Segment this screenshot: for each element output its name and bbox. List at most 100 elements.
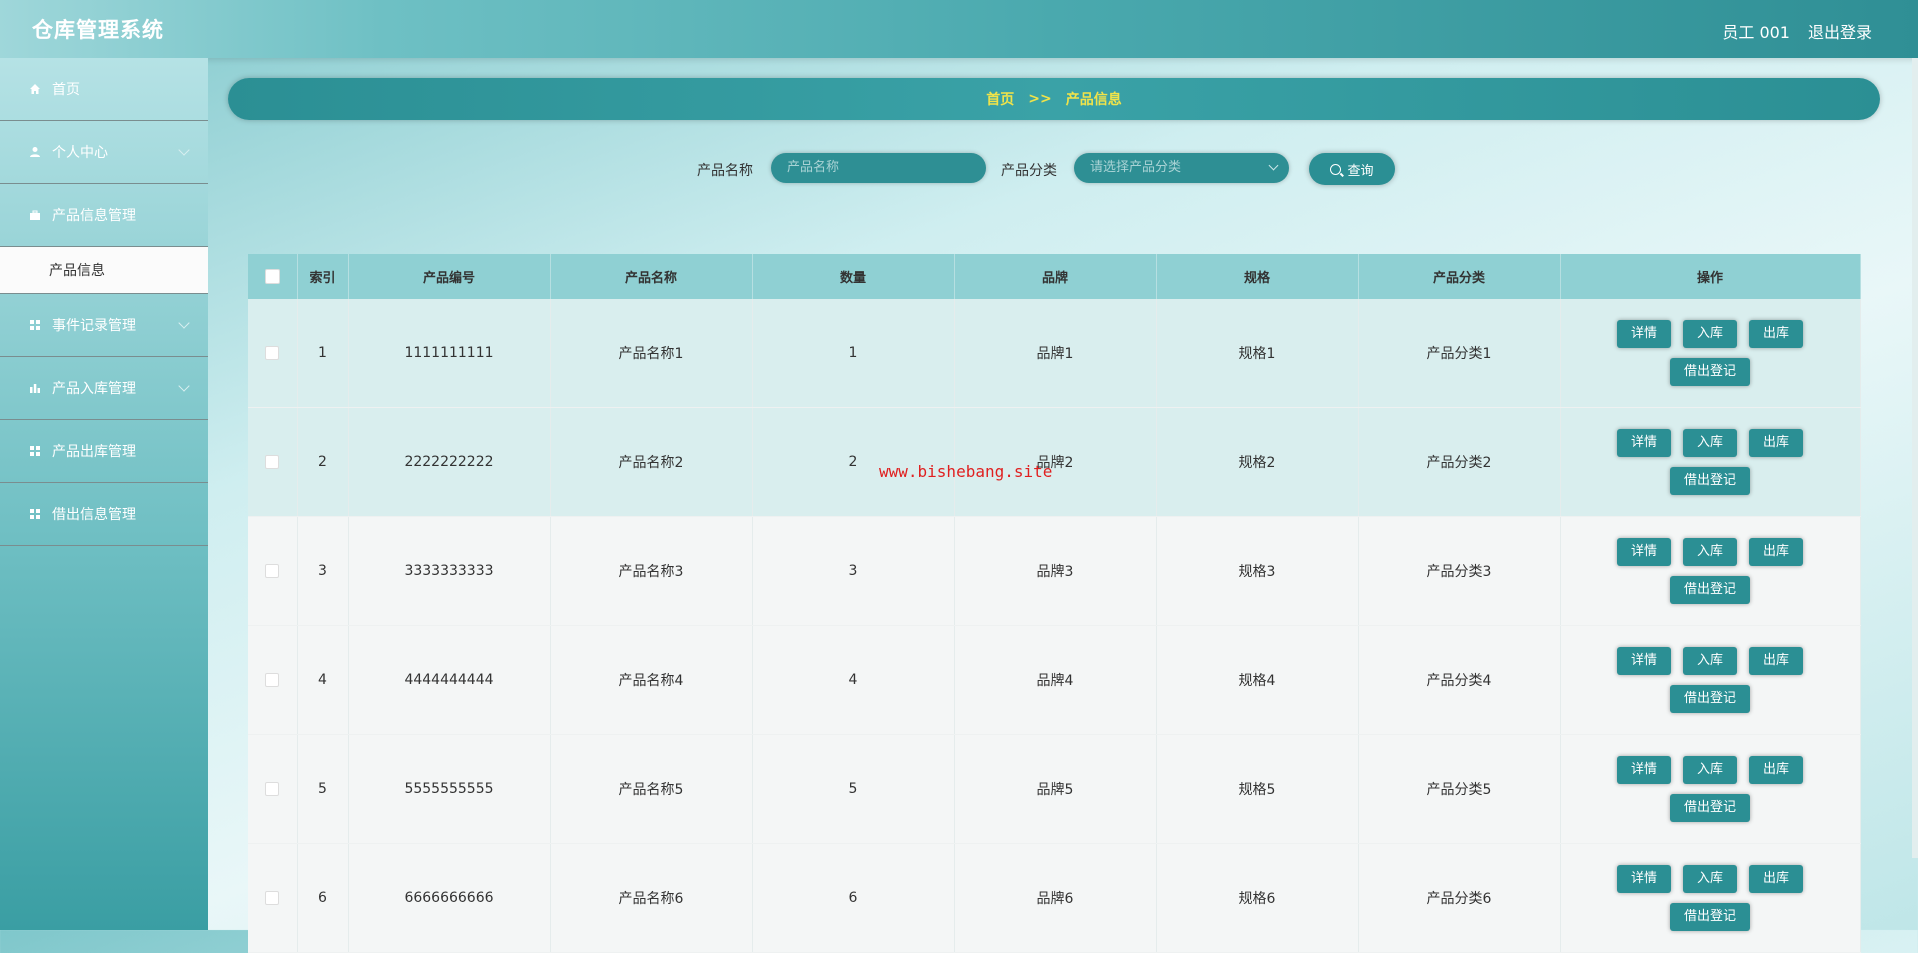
product-category-select[interactable]: 请选择产品分类 (1074, 153, 1289, 183)
sidebar-item-product-outbound[interactable]: 产品出库管理 (0, 420, 208, 483)
inbound-button[interactable]: 入库 (1682, 865, 1737, 893)
search-bar: 产品名称 产品名称 产品分类 请选择产品分类 查询 (0, 153, 1918, 185)
row-checkbox[interactable] (265, 891, 280, 905)
cell-index: 3 (297, 516, 349, 626)
cell-category: 产品分类6 (1358, 843, 1561, 953)
sidebar-item-label: 首页 (52, 82, 80, 98)
outbound-button[interactable]: 出库 (1749, 538, 1804, 566)
table-row: 6 6666666666 产品名称6 6 品牌6 规格6 产品分类6 详情 入库… (248, 843, 1861, 953)
table-row: 5 5555555555 产品名称5 5 品牌5 规格5 产品分类5 详情 入库… (248, 734, 1861, 844)
row-checkbox[interactable] (265, 346, 280, 360)
detail-button[interactable]: 详情 (1616, 756, 1671, 784)
product-table: 索引 产品编号 产品名称 数量 品牌 规格 产品分类 操作 1 11111111… (248, 254, 1861, 953)
product-name-input[interactable]: 产品名称 (771, 153, 986, 183)
query-button[interactable]: 查询 (1309, 153, 1395, 185)
detail-button[interactable]: 详情 (1616, 429, 1671, 457)
detail-button[interactable]: 详情 (1616, 647, 1671, 675)
cell-brand: 品牌3 (954, 516, 1157, 626)
logout-link[interactable]: 退出登录 (1808, 19, 1872, 43)
row-checkbox[interactable] (265, 673, 280, 687)
outbound-button[interactable]: 出库 (1749, 647, 1804, 675)
loan-register-button[interactable]: 借出登记 (1669, 467, 1750, 495)
cell-name: 产品名称1 (550, 299, 753, 408)
outbound-button[interactable]: 出库 (1749, 865, 1804, 893)
page-scrollbar[interactable] (1912, 58, 1918, 858)
breadcrumb-home[interactable]: 首页 (986, 89, 1014, 109)
breadcrumb: 首页 >> 产品信息 (228, 78, 1880, 120)
cell-code: 1111111111 (348, 299, 551, 408)
breadcrumb-separator: >> (1028, 91, 1052, 107)
home-icon (28, 82, 42, 96)
column-header: 品牌 (954, 254, 1157, 299)
row-checkbox[interactable] (265, 455, 280, 469)
cell-name: 产品名称2 (550, 407, 753, 517)
cell-brand: 品牌5 (954, 734, 1157, 844)
inbound-button[interactable]: 入库 (1682, 756, 1737, 784)
cell-spec: 规格2 (1156, 407, 1359, 517)
cell-qty: 4 (752, 625, 955, 735)
breadcrumb-current: 产品信息 (1065, 92, 1122, 108)
loan-register-button[interactable]: 借出登记 (1669, 576, 1750, 604)
cell-name: 产品名称4 (550, 625, 753, 735)
cell-name: 产品名称3 (550, 516, 753, 626)
cell-spec: 规格1 (1156, 299, 1359, 408)
watermark: www.bishebang.site (879, 462, 1053, 481)
detail-button[interactable]: 详情 (1616, 538, 1671, 566)
sidebar: 首页 个人中心 产品信息管理 产品信息 事件记录管理 产品入库管理 产品出库管理 (0, 58, 208, 930)
loan-register-button[interactable]: 借出登记 (1669, 685, 1750, 713)
loan-register-button[interactable]: 借出登记 (1669, 794, 1750, 822)
query-button-label: 查询 (1347, 163, 1374, 179)
chevron-down-icon (178, 317, 190, 329)
sidebar-item-loan-info[interactable]: 借出信息管理 (0, 483, 208, 546)
user-name: 员工 001 (1722, 23, 1790, 42)
inbound-button[interactable]: 入库 (1682, 320, 1737, 348)
inbound-button[interactable]: 入库 (1682, 647, 1737, 675)
detail-button[interactable]: 详情 (1616, 320, 1671, 348)
cell-index: 4 (297, 625, 349, 735)
cell-code: 5555555555 (348, 734, 551, 844)
cell-qty: 6 (752, 843, 955, 953)
inbound-button[interactable]: 入库 (1682, 429, 1737, 457)
cell-spec: 规格5 (1156, 734, 1359, 844)
cell-name: 产品名称6 (550, 843, 753, 953)
sidebar-item-event-records[interactable]: 事件记录管理 (0, 294, 208, 357)
cell-spec: 规格4 (1156, 625, 1359, 735)
search-icon (1330, 163, 1342, 175)
outbound-button[interactable]: 出库 (1749, 320, 1804, 348)
cell-category: 产品分类5 (1358, 734, 1561, 844)
table-row: 3 3333333333 产品名称3 3 品牌3 规格3 产品分类3 详情 入库… (248, 516, 1861, 626)
row-checkbox[interactable] (265, 564, 280, 578)
cell-index: 6 (297, 843, 349, 953)
cell-index: 1 (297, 299, 349, 408)
sidebar-item-label: 产品信息管理 (52, 208, 136, 224)
cell-name: 产品名称5 (550, 734, 753, 844)
row-checkbox[interactable] (265, 782, 280, 796)
outbound-button[interactable]: 出库 (1749, 429, 1804, 457)
column-header: 索引 (297, 254, 349, 299)
submenu-item-product-info[interactable]: 产品信息 (0, 246, 208, 294)
loan-register-button[interactable]: 借出登记 (1669, 903, 1750, 931)
product-name-label: 产品名称 (697, 163, 753, 179)
sidebar-item-home[interactable]: 首页 (0, 58, 208, 121)
select-all-checkbox[interactable] (264, 269, 280, 284)
cell-category: 产品分类2 (1358, 407, 1561, 517)
cell-index: 2 (297, 407, 349, 517)
top-header: 仓库管理系统 员工 001 退出登录 (0, 0, 1918, 58)
sidebar-item-product-inbound[interactable]: 产品入库管理 (0, 357, 208, 420)
bar-chart-icon (28, 381, 42, 395)
column-header: 数量 (752, 254, 955, 299)
inbound-button[interactable]: 入库 (1682, 538, 1737, 566)
column-header: 规格 (1156, 254, 1359, 299)
cell-spec: 规格3 (1156, 516, 1359, 626)
cell-qty: 5 (752, 734, 955, 844)
outbound-button[interactable]: 出库 (1749, 756, 1804, 784)
cell-qty: 1 (752, 299, 955, 408)
detail-button[interactable]: 详情 (1616, 865, 1671, 893)
column-header: 产品分类 (1358, 254, 1561, 299)
cell-category: 产品分类4 (1358, 625, 1561, 735)
table-row: 2 2222222222 产品名称2 2 品牌2 规格2 产品分类2 详情 入库… (248, 407, 1861, 517)
cell-code: 3333333333 (348, 516, 551, 626)
column-header: 产品编号 (348, 254, 551, 299)
sidebar-item-product-info-mgmt[interactable]: 产品信息管理 (0, 184, 208, 246)
loan-register-button[interactable]: 借出登记 (1669, 358, 1750, 386)
